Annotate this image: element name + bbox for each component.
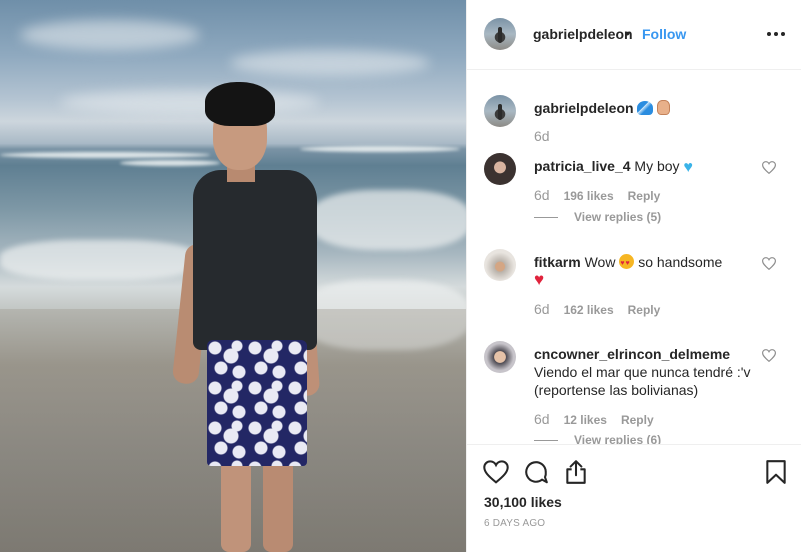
comment-like-heart-icon[interactable] <box>762 257 776 270</box>
heart-outline-icon[interactable] <box>483 459 509 485</box>
view-replies-label: View replies (6) <box>574 433 662 444</box>
commenter-avatar[interactable] <box>484 153 516 185</box>
commenter-username-link[interactable]: patricia_live_4 <box>534 158 631 174</box>
bookmark-icon[interactable] <box>763 459 789 485</box>
person-figure <box>171 78 325 552</box>
commenter-avatar[interactable] <box>484 249 516 281</box>
comment-bubble-icon[interactable] <box>523 459 549 485</box>
post-header: gabrielpdeleon • Follow <box>467 0 801 70</box>
blue-heart-emoji-icon: ♥ <box>683 159 693 176</box>
reply-button[interactable]: Reply <box>621 413 654 427</box>
comment-meta: 6d 162 likes Reply <box>534 301 660 317</box>
caption: gabrielpdeleon 6d <box>484 95 789 145</box>
raised-hand-emoji-icon <box>657 100 671 115</box>
owner-avatar[interactable] <box>484 95 516 127</box>
post-photo[interactable] <box>0 0 466 552</box>
comments-list[interactable]: gabrielpdeleon 6d patricia_live_4 My boy… <box>467 71 801 444</box>
post-side-panel: gabrielpdeleon • Follow gabrielpdeleon 6… <box>466 0 801 552</box>
follow-button[interactable]: Follow <box>642 26 686 42</box>
owner-username-link[interactable]: gabrielpdeleon <box>533 26 633 42</box>
commenter-username-link[interactable]: cncowner_elrincon_delmeme <box>534 346 730 362</box>
comment-text: patricia_live_4 My boy ♥ <box>534 157 754 176</box>
red-heart-emoji-icon: ♥ <box>534 270 545 289</box>
commenter-username-link[interactable]: fitkarm <box>534 254 581 270</box>
comment-likes-count[interactable]: 196 likes <box>564 189 614 203</box>
comment-meta: 6d 12 likes Reply <box>534 411 654 427</box>
comment-time[interactable]: 6d <box>534 411 550 427</box>
replies-divider-line <box>534 216 558 218</box>
caption-text: gabrielpdeleon <box>534 99 754 117</box>
separator-dot: • <box>625 25 630 41</box>
comment-like-heart-icon[interactable] <box>762 161 776 174</box>
view-replies-label: View replies (5) <box>574 210 662 224</box>
cloud <box>20 20 200 50</box>
comment-time[interactable]: 6d <box>534 301 550 317</box>
comment-item: patricia_live_4 My boy ♥ 6d 196 likes Re… <box>484 153 789 224</box>
view-replies-button[interactable]: View replies (5) <box>534 210 661 224</box>
replies-divider-line <box>534 439 558 441</box>
post-timestamp[interactable]: 6 DAYS AGO <box>484 518 545 529</box>
comment-likes-count[interactable]: 162 likes <box>564 303 614 317</box>
more-options-icon[interactable] <box>767 27 787 41</box>
comment-body: My boy <box>634 158 680 174</box>
view-replies-button[interactable]: View replies (6) <box>534 433 661 444</box>
sea-foam <box>0 240 200 280</box>
comment-body: Wow <box>584 254 616 270</box>
share-icon[interactable] <box>563 459 589 485</box>
water-wave-emoji-icon <box>637 101 654 115</box>
post-likes-count[interactable]: 30,100 likes <box>484 494 562 510</box>
comment-meta: 6d 196 likes Reply <box>534 187 660 203</box>
caption-meta: 6d <box>534 128 550 144</box>
heart-eyes-emoji-icon <box>619 254 635 273</box>
comment-body: so handsome <box>638 254 723 270</box>
comment-body: Viendo el mar que nunca tendré :'v (repo… <box>534 364 751 398</box>
comment-item: fitkarm Wow so handsome ♥ 6d 162 likes R… <box>484 249 789 319</box>
reply-button[interactable]: Reply <box>628 189 661 203</box>
post-actions-bar: 30,100 likes 6 DAYS AGO <box>467 444 801 552</box>
comment-text: fitkarm Wow so handsome ♥ <box>534 253 754 289</box>
commenter-avatar[interactable] <box>484 341 516 373</box>
sea-foam <box>310 190 466 250</box>
cloud <box>230 50 430 76</box>
comment-time[interactable]: 6d <box>534 187 550 203</box>
comment-text: cncowner_elrincon_delmeme Viendo el mar … <box>534 345 760 399</box>
comment-likes-count[interactable]: 12 likes <box>564 413 607 427</box>
owner-avatar[interactable] <box>484 18 516 50</box>
reply-button[interactable]: Reply <box>628 303 661 317</box>
caption-time[interactable]: 6d <box>534 128 550 144</box>
caption-username-link[interactable]: gabrielpdeleon <box>534 100 634 116</box>
comment-like-heart-icon[interactable] <box>762 349 776 362</box>
comment-item: cncowner_elrincon_delmeme Viendo el mar … <box>484 341 789 444</box>
